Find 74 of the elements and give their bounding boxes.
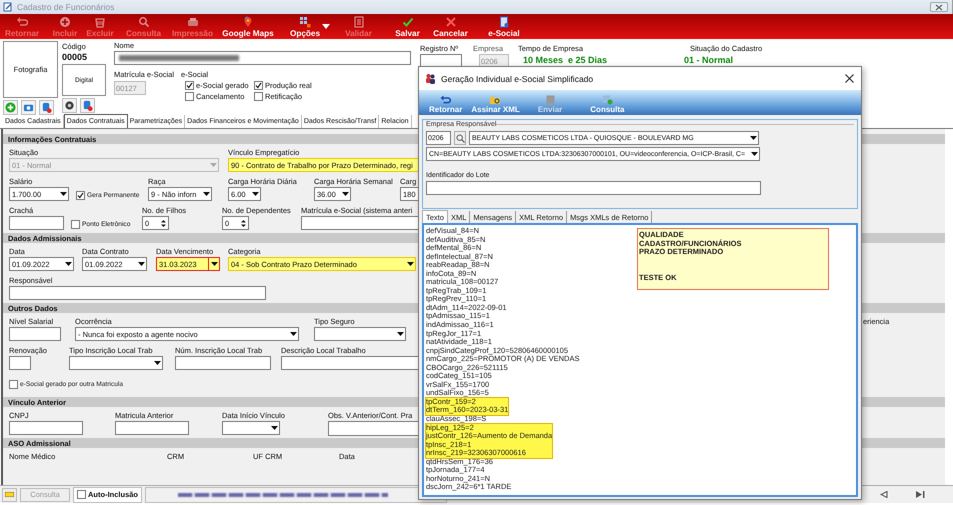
grid-icon [299, 16, 311, 28]
toggle-button[interactable] [2, 488, 17, 502]
check-icon [255, 82, 262, 89]
search-icon [456, 134, 464, 142]
back-arrow-icon [440, 95, 452, 105]
window-title: Cadastro de Funcionários [17, 2, 114, 12]
form-icon [3, 2, 13, 12]
cross-icon [444, 16, 456, 28]
dropdown-field[interactable] [314, 327, 406, 341]
database-delete-icon[interactable] [39, 100, 54, 115]
check-icon [186, 82, 193, 89]
code-value: 00005 [62, 52, 88, 64]
map-pin-icon [242, 16, 254, 28]
text-area[interactable] [422, 223, 858, 497]
check-icon [402, 16, 414, 28]
toolbar-button[interactable]: Opções [290, 15, 320, 38]
input-field[interactable] [115, 421, 189, 435]
caret-icon [290, 332, 296, 336]
caret-icon[interactable] [322, 24, 330, 28]
camera-icon[interactable] [21, 100, 36, 115]
input-field[interactable] [175, 356, 271, 370]
name-field[interactable] [114, 51, 411, 65]
input-field[interactable] [9, 421, 83, 435]
caret-icon [64, 262, 72, 266]
toolbar-button[interactable]: Google Maps [224, 15, 272, 38]
plus-icon [59, 16, 71, 28]
spinner-icon [241, 218, 246, 228]
trash-icon [94, 16, 106, 28]
previous-icon[interactable] [880, 491, 888, 498]
caret-icon [396, 332, 404, 336]
batch-id-field[interactable] [426, 181, 761, 195]
last-icon[interactable] [916, 491, 925, 498]
dropdown-field[interactable] [69, 356, 163, 370]
toolbar-button[interactable]: Cancelar [434, 15, 467, 38]
caret-icon [210, 262, 218, 266]
input-field[interactable] [9, 286, 266, 300]
people-icon [425, 73, 436, 84]
caret-icon [750, 136, 756, 140]
input-field[interactable] [9, 356, 31, 370]
caret-icon [270, 426, 278, 430]
caret-icon [202, 192, 210, 196]
tenure-value: 10 Meses e 25 Dias [523, 55, 608, 65]
close-button[interactable] [843, 72, 855, 84]
caret-icon [210, 163, 216, 167]
close-icon [844, 74, 854, 83]
square-icon [544, 95, 556, 105]
caret-icon [750, 152, 758, 156]
toolbar-button[interactable]: e-Social [488, 15, 520, 38]
folder-search-icon [490, 95, 502, 105]
input-field[interactable] [9, 216, 64, 230]
caret-icon [154, 361, 160, 365]
list-icon [352, 16, 364, 28]
input-field[interactable] [301, 216, 421, 230]
input-field[interactable] [9, 327, 61, 341]
caret-icon [342, 192, 348, 196]
back-arrow-icon [16, 16, 28, 28]
check-icon [77, 192, 84, 199]
search-icon [138, 16, 150, 28]
add-icon[interactable] [3, 100, 18, 115]
caret-icon [406, 262, 414, 266]
search-button[interactable] [454, 131, 466, 145]
spinner-icon [161, 218, 166, 228]
database-delete-icon[interactable] [80, 98, 95, 113]
toolbar-button[interactable]: Salvar [395, 15, 420, 38]
printer-icon [186, 16, 198, 28]
dropdown-field[interactable] [222, 421, 280, 435]
document-icon [498, 16, 510, 28]
caret-icon [138, 262, 144, 266]
caret-icon [60, 192, 66, 196]
caret-icon [252, 192, 258, 196]
input-field[interactable] [281, 356, 421, 370]
dialog-title: Geração Individual e-Social Simplificado [441, 74, 594, 84]
status-value: 01 - Normal [684, 55, 734, 65]
close-icon [935, 4, 943, 10]
